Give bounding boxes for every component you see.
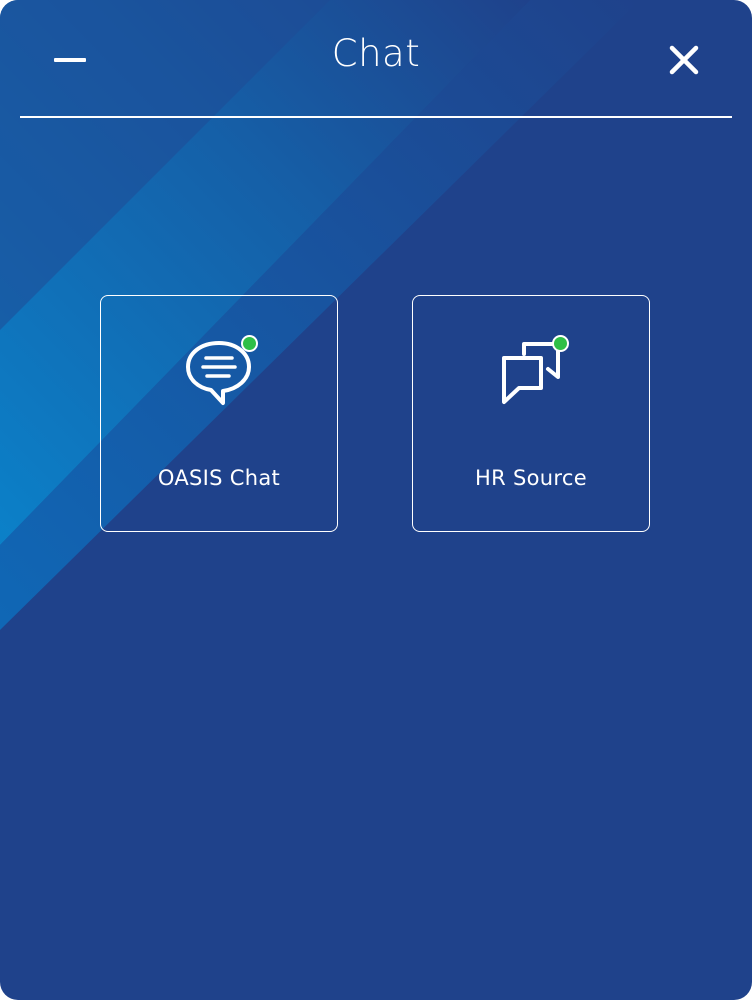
hr-source-label: HR Source	[475, 466, 587, 490]
status-online-indicator	[241, 335, 258, 352]
oasis-chat-label: OASIS Chat	[157, 466, 281, 490]
close-icon	[669, 45, 699, 75]
chat-header: Chat	[0, 0, 752, 118]
hr-source-card[interactable]: HR Source	[412, 295, 650, 532]
chat-panel: Chat OASIS Chat HR Source	[0, 0, 752, 1000]
oasis-chat-icon-wrap	[101, 330, 337, 420]
hr-source-icon-wrap	[413, 330, 649, 420]
close-button[interactable]	[656, 34, 712, 86]
oasis-chat-card[interactable]: OASIS Chat	[100, 295, 338, 532]
header-divider	[20, 116, 732, 118]
status-online-indicator	[552, 335, 569, 352]
page-title: Chat	[331, 32, 421, 75]
